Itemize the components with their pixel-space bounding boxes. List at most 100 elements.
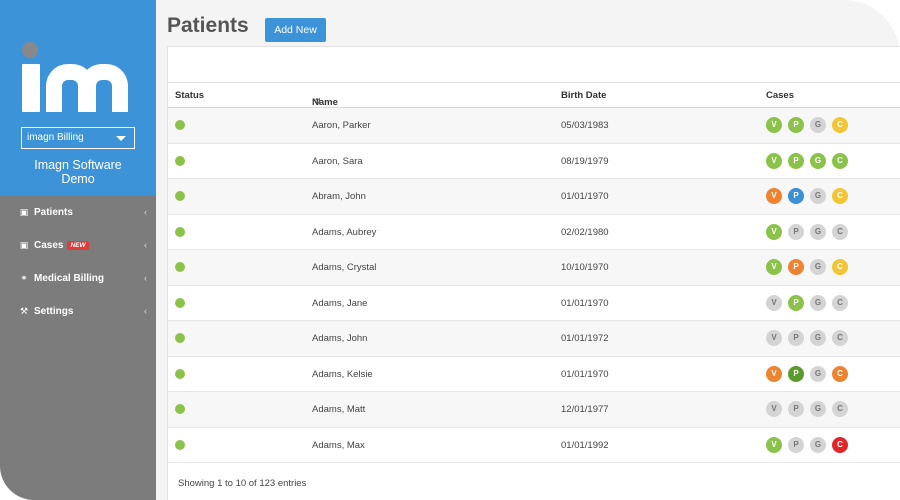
case-pills: VPGC	[766, 188, 848, 204]
case-pill[interactable]: V	[766, 259, 782, 275]
case-pills: VPGC	[766, 259, 848, 275]
sidebar-item-patients[interactable]: ▣ Patients ‹	[0, 196, 156, 229]
patient-name[interactable]: Adams, Jane	[312, 298, 367, 309]
page-title: Patients	[167, 14, 249, 37]
table-row[interactable]: Adams, Max 01/01/1992 V P G C	[168, 428, 900, 463]
patient-name[interactable]: Adams, Max	[312, 440, 365, 451]
case-pill[interactable]: P	[788, 223, 804, 240]
chevron-left-icon: ‹	[144, 240, 147, 250]
chevron-left-icon: ‹	[144, 207, 147, 217]
sort-ascending-icon: ⇅	[315, 97, 322, 106]
patient-name[interactable]: Aaron, Parker	[312, 120, 371, 131]
case-pill[interactable]: C	[832, 188, 848, 204]
case-pill[interactable]: G	[810, 401, 826, 417]
case-pill[interactable]: V	[766, 117, 782, 133]
table-row[interactable]: Adams, Crystal 10/10/1970 V P G C	[168, 250, 900, 286]
patient-name[interactable]: Adams, Kelsie	[312, 369, 373, 380]
case-pill[interactable]: C	[832, 294, 848, 311]
status-dot	[175, 439, 185, 450]
status-dot	[175, 333, 185, 343]
case-pill[interactable]: G	[810, 188, 826, 204]
case-pill[interactable]: G	[810, 294, 826, 311]
table-row[interactable]: Aaron, Sara 08/19/1979 V P G C	[168, 144, 900, 179]
status-dot	[175, 155, 185, 166]
patient-name[interactable]: Adams, Crystal	[312, 262, 376, 273]
status-dot	[175, 404, 185, 414]
patient-name[interactable]: Aaron, Sara	[312, 156, 363, 167]
new-badge: NEW	[67, 241, 89, 250]
column-birth-date[interactable]: Birth Date	[561, 90, 606, 101]
client-select[interactable]: imagn Billing	[21, 127, 135, 149]
case-pill[interactable]: P	[788, 294, 804, 311]
status-dot	[175, 262, 185, 272]
case-pill[interactable]: V	[766, 152, 782, 169]
case-pill[interactable]: C	[832, 330, 848, 346]
table-row[interactable]: Adams, John 01/01/1972 V P G C	[168, 321, 900, 357]
case-pill[interactable]: V	[766, 330, 782, 346]
case-pill[interactable]: P	[788, 330, 804, 346]
table-row[interactable]: Adams, Matt 12/01/1977 V P G C	[168, 392, 900, 428]
status-dot	[175, 297, 185, 308]
birth-date: 02/02/1980	[561, 226, 609, 238]
briefcase-icon: ▣	[19, 240, 29, 250]
case-pill[interactable]: P	[788, 259, 804, 275]
case-pill[interactable]: P	[788, 117, 804, 133]
case-pill[interactable]: P	[788, 152, 804, 169]
chevron-left-icon: ‹	[144, 306, 147, 316]
sidebar-item-label: Cases	[34, 240, 64, 251]
case-pill[interactable]: C	[832, 436, 848, 453]
table-header: Status Name ⇅ Birth Date Cases	[168, 82, 900, 108]
sidebar-item-cases[interactable]: ▣ Cases NEW ‹	[0, 229, 156, 262]
case-pill[interactable]: G	[810, 365, 826, 382]
case-pill[interactable]: V	[766, 365, 782, 382]
case-pill[interactable]: P	[788, 365, 804, 382]
add-new-button[interactable]: Add New	[265, 18, 326, 42]
patient-name[interactable]: Abram, John	[312, 191, 366, 202]
birth-date: 08/19/1979	[561, 155, 609, 167]
table-info: Showing 1 to 10 of 123 entries	[178, 478, 307, 489]
case-pill[interactable]: P	[788, 436, 804, 453]
sidebar-item-medical-billing[interactable]: ⚭ Medical Billing ‹	[0, 262, 156, 295]
main-content: Patients Add New Status Name ⇅ Birth Date…	[156, 0, 900, 500]
patient-name[interactable]: Adams, Matt	[312, 404, 365, 415]
case-pill[interactable]: C	[832, 152, 848, 169]
case-pill[interactable]: G	[810, 436, 826, 453]
case-pill[interactable]: G	[810, 223, 826, 240]
column-cases[interactable]: Cases	[766, 90, 794, 101]
case-pill[interactable]: V	[766, 436, 782, 453]
status-dot	[175, 226, 185, 237]
case-pill[interactable]: C	[832, 365, 848, 382]
column-status[interactable]: Status	[175, 90, 204, 101]
table-row[interactable]: Adams, Kelsie 01/01/1970 V P G C	[168, 357, 900, 392]
birth-date: 01/01/1992	[561, 439, 609, 451]
case-pill[interactable]: P	[788, 188, 804, 204]
table-row[interactable]: Adams, Aubrey 02/02/1980 V P G C	[168, 215, 900, 250]
table-row[interactable]: Adams, Jane 01/01/1970 V P G C	[168, 286, 900, 321]
case-pill[interactable]: C	[832, 117, 848, 133]
case-pill[interactable]: G	[810, 330, 826, 346]
patient-name[interactable]: Adams, John	[312, 333, 367, 344]
table-row[interactable]: Aaron, Parker 05/03/1983 V P G C	[168, 108, 900, 144]
birth-date: 05/03/1983	[561, 120, 609, 131]
case-pill[interactable]: G	[810, 152, 826, 169]
status-dot	[175, 368, 185, 379]
case-pills: VPGC	[766, 294, 848, 311]
briefcase-icon: ▣	[19, 207, 29, 217]
case-pill[interactable]: V	[766, 294, 782, 311]
birth-date: 10/10/1970	[561, 262, 609, 273]
sidebar-item-settings[interactable]: ⚒ Settings ‹	[0, 295, 156, 328]
case-pill[interactable]: G	[810, 259, 826, 275]
table-row[interactable]: Abram, John 01/01/1970 V P G C	[168, 179, 900, 215]
stethoscope-icon: ⚭	[20, 273, 28, 283]
patient-name[interactable]: Adams, Aubrey	[312, 227, 376, 238]
case-pill[interactable]: G	[810, 117, 826, 133]
case-pill[interactable]: C	[832, 401, 848, 417]
case-pill[interactable]: P	[788, 401, 804, 417]
case-pill[interactable]: V	[766, 188, 782, 204]
case-pill[interactable]: C	[832, 259, 848, 275]
case-pill[interactable]: V	[766, 401, 782, 417]
case-pill[interactable]: V	[766, 223, 782, 240]
case-pill[interactable]: C	[832, 223, 848, 240]
sidebar-nav: ▣ Patients ‹ ▣ Cases NEW ‹ ⚭ Medical Bil…	[0, 196, 156, 328]
sidebar-item-label: Patients	[34, 207, 73, 218]
